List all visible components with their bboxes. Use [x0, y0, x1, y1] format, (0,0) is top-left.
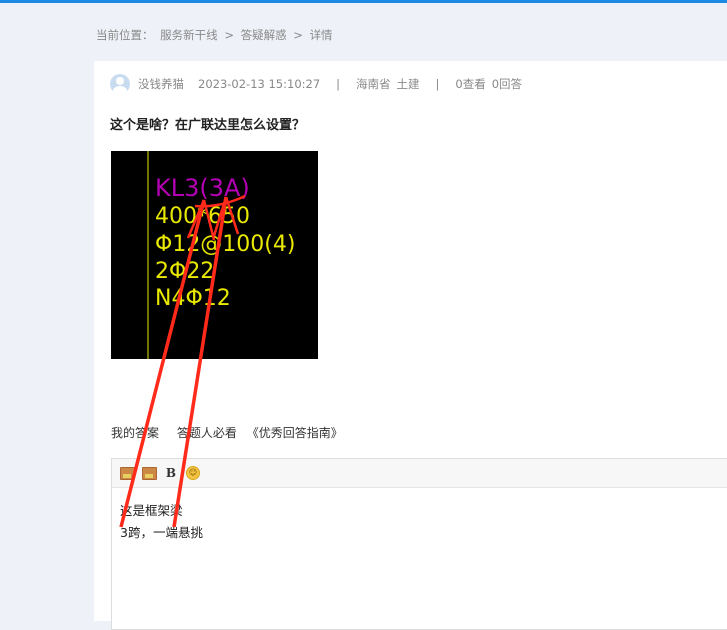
- bold-button[interactable]: B: [162, 464, 180, 482]
- cad-label-section: 400*650: [155, 204, 250, 229]
- editor-toolbar: B ☺: [112, 459, 727, 488]
- upload-image-icon: [141, 466, 157, 480]
- cad-label-beam-id: KL3(3A): [155, 174, 250, 202]
- cad-label-side-bar: N4Φ12: [155, 286, 231, 311]
- question-title: 这个是啥？在广联达里怎么设置？: [110, 118, 306, 133]
- cad-drawing: KL3(3A) 400*650 Φ12@100(4) 2Φ22 N4Φ12: [147, 151, 295, 359]
- answer-tabs: 我的答案 答题人必看 《优秀回答指南》: [111, 424, 357, 441]
- question-image[interactable]: KL3(3A) 400*650 Φ12@100(4) 2Φ22 N4Φ12: [111, 151, 318, 359]
- emoji-icon: ☺: [186, 466, 200, 480]
- tab-my-answer[interactable]: 我的答案: [111, 426, 159, 440]
- bold-icon: B: [165, 466, 177, 480]
- breadcrumb-item-service[interactable]: 服务新干线: [160, 28, 218, 42]
- avatar[interactable]: [110, 74, 130, 94]
- breadcrumb-separator: >: [293, 28, 303, 42]
- username[interactable]: 没钱养猫: [138, 76, 184, 92]
- cad-label-top-bar: 2Φ22: [155, 259, 214, 284]
- question-meta: 没钱养猫 2023-02-13 15:10:27 | 海南省 土建 | 0查看 …: [110, 73, 522, 95]
- question-card: 没钱养猫 2023-02-13 15:10:27 | 海南省 土建 | 0查看 …: [94, 61, 727, 630]
- editor-content[interactable]: 这是框架梁 3跨，一端悬挑: [112, 488, 727, 556]
- top-accent-bar: [0, 0, 727, 3]
- image-icon: [119, 466, 135, 480]
- breadcrumb-prefix: 当前位置：: [96, 28, 154, 42]
- breadcrumb-item-detail: 详情: [309, 28, 333, 42]
- meta-divider: |: [435, 77, 440, 91]
- cad-label-stirrup: Φ12@100(4): [155, 232, 295, 257]
- answer-editor[interactable]: B ☺ 这是框架梁 3跨，一端悬挑: [111, 458, 727, 630]
- post-datetime: 2023-02-13 15:10:27: [198, 77, 321, 91]
- editor-line: 这是框架梁: [120, 503, 183, 518]
- breadcrumb-separator: >: [224, 28, 234, 42]
- emoji-button[interactable]: ☺: [184, 464, 202, 482]
- upload-image-button[interactable]: [140, 464, 158, 482]
- editor-line: 3跨，一端悬挑: [120, 525, 203, 540]
- category: 土建: [396, 77, 420, 91]
- answer-guide-link[interactable]: 《优秀回答指南》: [247, 426, 343, 440]
- meta-divider: |: [336, 77, 341, 91]
- view-count: 0查看: [455, 77, 486, 91]
- breadcrumb-item-qa[interactable]: 答疑解惑: [241, 28, 287, 42]
- must-read-label: 答题人必看: [176, 426, 237, 440]
- region: 海南省: [356, 77, 391, 91]
- insert-image-button[interactable]: [118, 464, 136, 482]
- breadcrumb: 当前位置： 服务新干线 > 答疑解惑 > 详情: [96, 27, 336, 43]
- answer-count: 0回答: [491, 77, 523, 91]
